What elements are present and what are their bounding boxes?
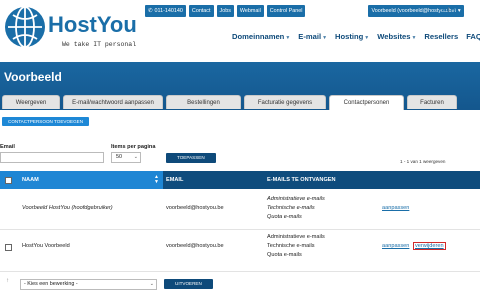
nav-domeinnamen[interactable]: Domeinnamen▼	[232, 32, 290, 41]
contact-button[interactable]: Contact	[188, 5, 214, 17]
add-contact-button[interactable]: CONTACTPERSOON TOEVOEGEN	[2, 117, 90, 126]
lang-en-link[interactable]: EN	[451, 7, 459, 13]
table-row: HostYou Voorbeeld voorbeeld@hostyou.be A…	[0, 230, 480, 272]
contact-email: voorbeeld@hostyou.be	[166, 243, 224, 249]
page-title: Voorbeeld	[4, 70, 62, 84]
tab-bestellingen[interactable]: Bestellingen	[166, 95, 241, 109]
table-row: Voorbeeld HostYou (hoofdgebruiker) voorb…	[0, 189, 480, 230]
result-count: 1 - 1 van 1 weergeven	[400, 159, 446, 164]
email-type: Technische e-mails	[267, 243, 315, 249]
contact-name: Voorbeeld HostYou (hoofdgebruiker)	[22, 205, 113, 211]
edit-link[interactable]: aanpassen	[382, 243, 409, 249]
chevron-down-icon: ⌄	[133, 154, 138, 160]
corner-arrow-icon: ↑	[6, 278, 9, 284]
apply-filter-button[interactable]: TOEPASSEN	[166, 153, 216, 163]
control-panel-button[interactable]: Control Panel	[266, 5, 306, 17]
email-type: Quota e-mails	[267, 252, 302, 258]
main-content: CONTACTPERSOON TOEVOEGEN Email Items per…	[0, 110, 480, 305]
nav-websites[interactable]: Websites▼	[377, 32, 416, 41]
lang-nl-link[interactable]: NL	[440, 7, 447, 13]
edit-link[interactable]: aanpassen	[382, 205, 409, 211]
caret-down-icon: ▼	[411, 35, 417, 41]
email-filter-label: Email	[0, 144, 15, 150]
webmail-button[interactable]: Webmail	[236, 5, 264, 17]
items-per-page-label: Items per pagina	[111, 144, 156, 150]
jobs-button[interactable]: Jobs	[216, 5, 234, 17]
tab-facturen[interactable]: Facturen	[407, 95, 457, 109]
chevron-down-icon: ⌄	[149, 281, 154, 287]
top-toolbar: ✆ 011-140140 Contact Jobs Webmail Contro…	[145, 5, 464, 17]
delete-link[interactable]: verwijderen	[413, 242, 446, 250]
select-all-checkbox[interactable]	[5, 177, 12, 184]
nav-resellers[interactable]: Resellers	[424, 32, 458, 41]
contact-email: voorbeeld@hostyou.be	[166, 205, 224, 211]
tab-email-wachtwoord[interactable]: E-mail/wachtwoord aanpassen	[63, 95, 163, 109]
phone-icon: ✆	[148, 8, 153, 14]
row-checkbox[interactable]	[5, 244, 12, 251]
column-header-email[interactable]: EMAIL	[166, 171, 183, 189]
email-type: Quota e-mails	[267, 214, 302, 220]
site-header: HostYou We take IT personal ✆ 011-140140…	[0, 0, 480, 62]
items-per-page-select[interactable]: 50 ⌄	[111, 152, 141, 163]
phone-button[interactable]: ✆ 011-140140	[145, 5, 186, 17]
execute-button[interactable]: UITVOEREN	[164, 279, 213, 289]
nav-hosting[interactable]: Hosting▼	[335, 32, 369, 41]
bulk-action-bar: ↑ - Kies een bewerking - ⌄ UITVOEREN	[0, 278, 480, 292]
nav-faq[interactable]: FAQ	[466, 32, 480, 41]
caret-down-icon: ▼	[322, 35, 328, 41]
tab-contactpersonen[interactable]: Contactpersonen	[329, 95, 404, 110]
svg-text:We take IT personal: We take IT personal	[62, 41, 136, 48]
bulk-action-select[interactable]: - Kies een bewerking - ⌄	[20, 279, 157, 290]
caret-down-icon: ▼	[285, 35, 291, 41]
caret-down-icon: ▼	[364, 35, 370, 41]
email-filter-input[interactable]	[0, 152, 104, 163]
column-header-emails-ontvangen: E-MAILS TE ONTVANGEN	[267, 177, 336, 183]
contact-name: HostYou Voorbeeld	[22, 243, 70, 249]
svg-text:HostYou: HostYou	[48, 12, 137, 37]
main-navigation: Domeinnamen▼ E-mail▼ Hosting▼ Websites▼ …	[232, 32, 480, 41]
tab-weergeven[interactable]: Weergeven	[2, 95, 60, 109]
language-switcher: NL|EN	[440, 7, 459, 13]
tab-facturatie[interactable]: Facturatie gegevens	[244, 95, 326, 109]
email-type: Technische e-mails	[267, 205, 315, 211]
column-header-naam[interactable]: NAAM ▲ ▼	[0, 171, 163, 189]
email-type: Administratieve e-mails	[267, 234, 325, 240]
sort-icon: ▲ ▼	[154, 174, 159, 185]
table-header: NAAM ▲ ▼ EMAIL E-MAILS TE ONTVANGEN	[0, 171, 480, 189]
email-type: Administratieve e-mails	[267, 196, 325, 202]
nav-email[interactable]: E-mail▼	[298, 32, 327, 41]
hostyou-logo[interactable]: HostYou We take IT personal	[2, 2, 152, 52]
